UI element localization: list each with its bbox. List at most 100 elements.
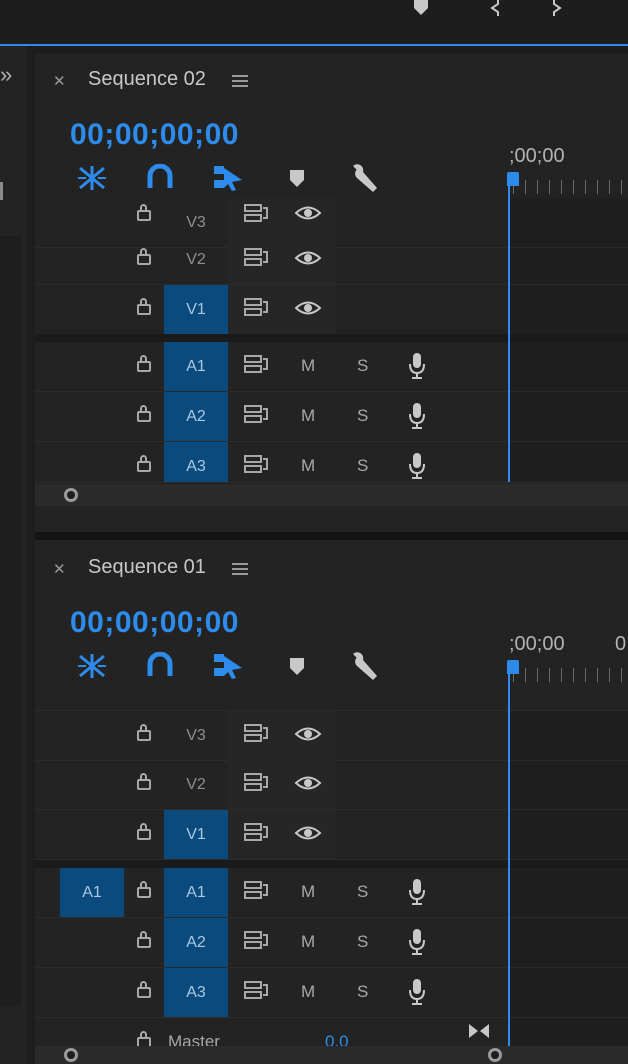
horizontal-scrollbar[interactable] xyxy=(35,1046,628,1064)
sync-lock-icon[interactable] xyxy=(243,354,269,374)
track-target-a1[interactable]: A1 xyxy=(164,868,228,917)
master-volume-value[interactable]: 0.0 xyxy=(325,1032,349,1046)
eye-icon[interactable] xyxy=(294,299,322,317)
eye-icon[interactable] xyxy=(294,824,322,842)
solo-button[interactable]: S xyxy=(357,932,368,952)
video-audio-divider[interactable] xyxy=(35,860,628,868)
lock-icon[interactable] xyxy=(137,773,151,790)
lock-icon[interactable] xyxy=(137,981,151,998)
track-target-v1[interactable]: V1 xyxy=(164,810,228,859)
track-target-v1[interactable]: V1 xyxy=(164,285,228,334)
snap-magnet-icon[interactable] xyxy=(147,164,173,190)
add-marker-icon[interactable] xyxy=(289,658,305,676)
track-target-v2[interactable]: V2 xyxy=(164,760,228,809)
playhead-timecode[interactable]: 00;00;00;00 xyxy=(70,606,239,640)
time-ruler[interactable] xyxy=(513,668,628,682)
panel-edge-handle[interactable] xyxy=(0,182,3,200)
panel-divider[interactable] xyxy=(35,532,628,540)
time-ruler[interactable] xyxy=(513,180,628,194)
bracket-right-icon[interactable] xyxy=(552,0,564,16)
track-list: V3 V2 V1 A1 A1 M S A2 M S A3 M S Master … xyxy=(35,710,628,1046)
linked-selection-icon[interactable] xyxy=(212,164,244,192)
zoom-scroll-handle[interactable] xyxy=(64,488,78,502)
lock-icon[interactable] xyxy=(137,248,151,265)
microphone-icon[interactable] xyxy=(408,352,426,380)
settings-wrench-icon[interactable] xyxy=(349,652,379,682)
video-audio-divider[interactable] xyxy=(35,334,628,342)
playhead-line[interactable] xyxy=(508,184,510,482)
settings-wrench-icon[interactable] xyxy=(349,164,379,194)
ripple-insert-icon[interactable] xyxy=(76,652,108,680)
zoom-scroll-handle-left[interactable] xyxy=(64,1048,78,1062)
playhead-line[interactable] xyxy=(508,672,510,1046)
bracket-left-icon[interactable] xyxy=(488,0,500,16)
close-icon[interactable]: ✕ xyxy=(53,560,66,578)
lock-icon[interactable] xyxy=(137,405,151,422)
sync-lock-icon[interactable] xyxy=(243,454,269,474)
track-target-v2[interactable]: V2 xyxy=(164,235,228,284)
track-target-a2[interactable]: A2 xyxy=(164,392,228,441)
mute-button[interactable]: M xyxy=(301,932,315,952)
add-marker-icon[interactable] xyxy=(289,170,305,188)
eye-icon[interactable] xyxy=(294,249,322,267)
panel-menu-icon[interactable] xyxy=(232,75,248,87)
sync-lock-icon[interactable] xyxy=(243,980,269,1000)
panel-title[interactable]: Sequence 01 xyxy=(88,556,206,579)
eye-icon[interactable] xyxy=(294,204,322,222)
sync-lock-icon[interactable] xyxy=(243,723,269,743)
track-target-a3[interactable]: A3 xyxy=(164,968,228,1017)
microphone-icon[interactable] xyxy=(408,928,426,956)
track-row-a2: A2 M S xyxy=(35,918,628,968)
horizontal-scrollbar[interactable] xyxy=(35,484,628,506)
panel-title[interactable]: Sequence 02 xyxy=(88,68,206,91)
solo-button[interactable]: S xyxy=(357,456,368,476)
track-target-a2[interactable]: A2 xyxy=(164,918,228,967)
solo-button[interactable]: S xyxy=(357,356,368,376)
lock-icon[interactable] xyxy=(137,298,151,315)
linked-selection-icon[interactable] xyxy=(212,652,244,680)
lock-icon[interactable] xyxy=(137,204,151,221)
mute-button[interactable]: M xyxy=(301,982,315,1002)
snap-magnet-icon[interactable] xyxy=(147,652,173,678)
microphone-icon[interactable] xyxy=(408,402,426,430)
audio-channel-icon[interactable] xyxy=(467,1022,491,1040)
zoom-scroll-handle-right[interactable] xyxy=(488,1048,502,1062)
microphone-icon[interactable] xyxy=(408,878,426,906)
sync-lock-icon[interactable] xyxy=(243,203,269,223)
close-icon[interactable]: ✕ xyxy=(53,72,66,90)
lock-icon[interactable] xyxy=(137,823,151,840)
solo-button[interactable]: S xyxy=(357,406,368,426)
lock-icon[interactable] xyxy=(137,1031,151,1046)
sync-lock-icon[interactable] xyxy=(243,297,269,317)
lock-icon[interactable] xyxy=(137,881,151,898)
sync-lock-icon[interactable] xyxy=(243,404,269,424)
solo-button[interactable]: S xyxy=(357,982,368,1002)
mute-button[interactable]: M xyxy=(301,882,315,902)
sync-lock-icon[interactable] xyxy=(243,772,269,792)
track-target-a3[interactable]: A3 xyxy=(164,442,228,482)
sync-lock-icon[interactable] xyxy=(243,930,269,950)
ripple-insert-icon[interactable] xyxy=(76,164,108,192)
mute-button[interactable]: M xyxy=(301,356,315,376)
mute-button[interactable]: M xyxy=(301,406,315,426)
panel-menu-icon[interactable] xyxy=(232,563,248,575)
lock-icon[interactable] xyxy=(137,724,151,741)
microphone-icon[interactable] xyxy=(408,452,426,480)
sync-lock-icon[interactable] xyxy=(243,822,269,842)
mute-button[interactable]: M xyxy=(301,456,315,476)
lock-icon[interactable] xyxy=(137,455,151,472)
solo-button[interactable]: S xyxy=(357,882,368,902)
sync-lock-icon[interactable] xyxy=(243,880,269,900)
track-target-v3[interactable]: V3 xyxy=(164,711,228,760)
marker-icon[interactable] xyxy=(412,0,430,16)
sync-lock-icon[interactable] xyxy=(243,247,269,267)
expand-panels-icon[interactable]: » xyxy=(0,62,12,88)
lock-icon[interactable] xyxy=(137,355,151,372)
track-target-a1[interactable]: A1 xyxy=(164,342,228,391)
eye-icon[interactable] xyxy=(294,774,322,792)
eye-icon[interactable] xyxy=(294,725,322,743)
source-patch-a1[interactable]: A1 xyxy=(60,868,124,917)
lock-icon[interactable] xyxy=(137,931,151,948)
microphone-icon[interactable] xyxy=(408,978,426,1006)
playhead-timecode[interactable]: 00;00;00;00 xyxy=(70,118,239,152)
